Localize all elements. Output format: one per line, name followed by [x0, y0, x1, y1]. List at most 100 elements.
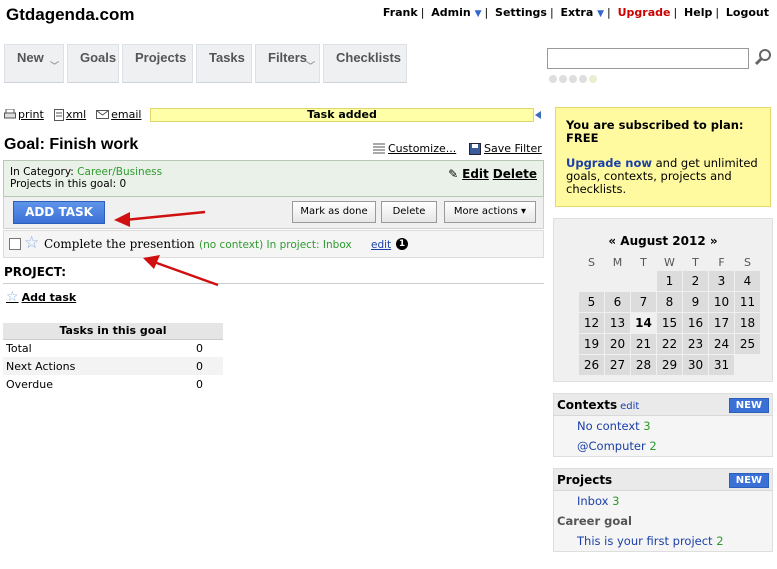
- task-context: (no context) In project: Inbox: [199, 239, 352, 251]
- upgrade-now-link[interactable]: Upgrade now: [566, 156, 652, 170]
- extra-dropdown-icon[interactable]: ▼: [597, 9, 604, 19]
- document-icon: [53, 108, 64, 121]
- tab-checklists[interactable]: Checklists: [323, 44, 407, 83]
- tab-projects[interactable]: Projects: [122, 44, 193, 83]
- new-context-button[interactable]: NEW: [728, 398, 769, 413]
- calendar-day[interactable]: 26: [579, 355, 604, 375]
- calendar-day[interactable]: 28: [631, 355, 656, 375]
- top-navigation: Frank | Admin ▼ | Settings | Extra ▼ | Upgra…: [382, 6, 769, 19]
- calendar-empty-cell: [735, 355, 760, 375]
- contexts-panel: Contexts edit NEW No context 3 @Computer 2: [553, 393, 773, 457]
- list-icon: [373, 143, 385, 154]
- calendar-day[interactable]: 31: [709, 355, 734, 375]
- category-link[interactable]: Career/Business: [77, 166, 162, 178]
- calendar-empty-cell: [579, 271, 604, 291]
- notice-pointer-icon: [535, 111, 541, 119]
- calendar-empty-cell: [605, 271, 630, 291]
- calendar-day[interactable]: 15: [657, 313, 682, 333]
- tab-tasks[interactable]: Tasks: [196, 44, 252, 83]
- table-row: Next Actions 0: [3, 357, 223, 375]
- admin-dropdown-icon[interactable]: ▼: [475, 9, 482, 19]
- calendar-day[interactable]: 24: [709, 334, 734, 354]
- calendar-day[interactable]: 12: [579, 313, 604, 333]
- calendar-day[interactable]: 7: [631, 292, 656, 312]
- tab-new[interactable]: New ﹀: [4, 44, 64, 83]
- calendar-day[interactable]: 4: [735, 271, 760, 291]
- calendar-day[interactable]: 27: [605, 355, 630, 375]
- context-item[interactable]: No context 3: [554, 416, 772, 436]
- chevron-down-icon: ﹀: [49, 61, 59, 71]
- nav-help[interactable]: Help: [684, 6, 712, 19]
- floppy-icon: [469, 142, 481, 155]
- context-item[interactable]: @Computer 2: [554, 436, 772, 456]
- add-task-link[interactable]: ☆ Add task: [6, 289, 76, 305]
- task-name[interactable]: Complete the presention: [44, 237, 195, 251]
- star-icon[interactable]: ☆: [24, 233, 39, 253]
- calendar-day[interactable]: 20: [605, 334, 630, 354]
- calendar-day[interactable]: 30: [683, 355, 708, 375]
- nav-user[interactable]: Frank: [383, 6, 418, 19]
- nav-logout[interactable]: Logout: [726, 6, 769, 19]
- project-group-label: Career goal: [557, 514, 632, 528]
- more-actions-button[interactable]: More actions ▾: [444, 201, 536, 223]
- calendar-day[interactable]: 9: [683, 292, 708, 312]
- nav-settings[interactable]: Settings: [495, 6, 547, 19]
- calendar-dow: S: [588, 256, 595, 269]
- calendar-day[interactable]: 13: [605, 313, 630, 333]
- calendar-day[interactable]: 29: [657, 355, 682, 375]
- save-filter-link[interactable]: Save Filter: [469, 142, 542, 155]
- calendar-day[interactable]: 17: [709, 313, 734, 333]
- calendar-day[interactable]: 11: [735, 292, 760, 312]
- contexts-edit-link[interactable]: edit: [620, 401, 639, 412]
- task-badge: 1: [396, 238, 408, 250]
- calendar-day[interactable]: 16: [683, 313, 708, 333]
- delete-button[interactable]: Delete: [381, 201, 437, 223]
- calendar-title[interactable]: « August 2012 »: [553, 234, 773, 248]
- calendar-day[interactable]: 8: [657, 292, 682, 312]
- subscription-box: You are subscribed to plan: FREE Upgrade…: [555, 107, 771, 207]
- calendar-day[interactable]: 21: [631, 334, 656, 354]
- calendar-day[interactable]: 5: [579, 292, 604, 312]
- nav-admin[interactable]: Admin: [431, 6, 470, 19]
- calendar-day[interactable]: 18: [735, 313, 760, 333]
- calendar-day[interactable]: 19: [579, 334, 604, 354]
- site-logo[interactable]: Gtdagenda.com: [6, 5, 134, 25]
- delete-goal-link[interactable]: Delete: [493, 167, 537, 181]
- calendar-day[interactable]: 10: [709, 292, 734, 312]
- nav-extra[interactable]: Extra: [561, 6, 594, 19]
- mark-done-button[interactable]: Mark as done: [292, 201, 376, 223]
- envelope-icon: [96, 110, 110, 119]
- project-item[interactable]: Inbox 3: [554, 491, 772, 511]
- xml-link[interactable]: xml: [53, 108, 86, 121]
- stats-title: Tasks in this goal: [3, 323, 223, 340]
- edit-goal-link[interactable]: Edit: [462, 167, 489, 181]
- email-link[interactable]: email: [96, 108, 141, 121]
- calendar-day[interactable]: 2: [683, 271, 708, 291]
- calendar-day[interactable]: 25: [735, 334, 760, 354]
- main-tabs: New ﹀ Goals Projects Tasks Filters ﹀ Check…: [4, 44, 407, 83]
- divider: [3, 283, 544, 284]
- tab-filters[interactable]: Filters ﹀: [255, 44, 320, 83]
- calendar-day[interactable]: 3: [709, 271, 734, 291]
- task-edit-link[interactable]: edit: [371, 239, 391, 251]
- tab-goals[interactable]: Goals: [67, 44, 119, 83]
- table-row: Total 0: [6, 341, 203, 355]
- stats-table: Tasks in this goal Total 0 Next Actions 0 …: [3, 323, 223, 393]
- calendar-day[interactable]: 22: [657, 334, 682, 354]
- calendar-day[interactable]: 23: [683, 334, 708, 354]
- new-project-button[interactable]: NEW: [728, 473, 769, 488]
- calendar-day[interactable]: 6: [605, 292, 630, 312]
- project-heading: PROJECT:: [4, 265, 67, 279]
- task-checkbox[interactable]: [9, 238, 21, 250]
- search-input[interactable]: [547, 48, 749, 69]
- print-link[interactable]: print: [4, 108, 44, 121]
- add-task-button[interactable]: ADD TASK: [13, 201, 105, 224]
- calendar-day[interactable]: 1: [657, 271, 682, 291]
- project-item[interactable]: This is your first project 2: [554, 531, 772, 551]
- search-icon[interactable]: [753, 47, 773, 67]
- calendar-day[interactable]: 14: [631, 313, 656, 333]
- projects-panel: Projects NEW Inbox 3 Career goal This is …: [553, 468, 773, 552]
- customize-link[interactable]: Customize...: [373, 142, 456, 155]
- calendar-grid: S M T W T F S 1 2 3 4 5 6 7 8 9 10 11 12 13 14 15 16 17 18 19 20 21…: [579, 256, 760, 375]
- nav-upgrade[interactable]: Upgrade: [618, 6, 671, 19]
